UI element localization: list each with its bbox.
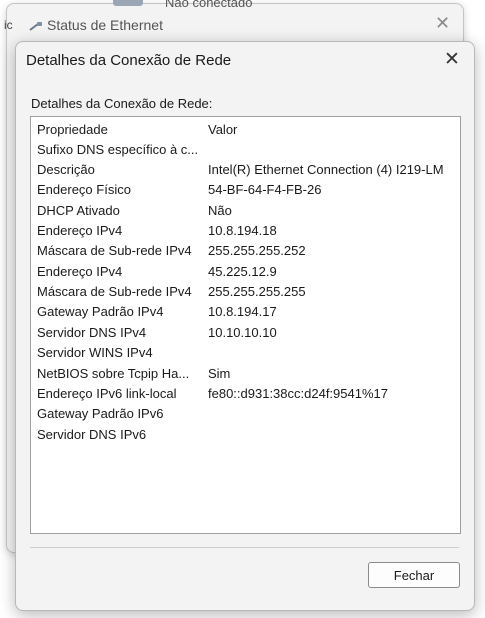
close-button[interactable]: Fechar [368,562,460,588]
column-header-value[interactable]: Valor [208,120,458,140]
network-cable-icon [29,22,42,31]
row-property: Servidor DNS IPv6 [37,427,147,442]
row-value: 255.255.255.255 [208,284,306,299]
list-row[interactable]: Endereço IPv6 link-local fe80::d931:38cc… [31,384,460,404]
row-property: Endereço IPv4 [37,223,123,238]
list-row[interactable]: Máscara de Sub-rede IPv4 255.255.255.252 [31,241,460,261]
row-property: DHCP Ativado [37,203,120,218]
details-list-view[interactable]: Propriedade Valor Sufixo DNS específico … [30,116,461,534]
row-property: Endereço Físico [37,182,131,197]
row-property: Descrição [37,162,95,177]
row-property: Servidor DNS IPv4 [37,325,147,340]
row-value: Intel(R) Ethernet Connection (4) I219-LM [208,162,444,177]
footer-divider [30,547,459,548]
row-property: NetBIOS sobre Tcpip Ha... [37,366,190,381]
list-row[interactable]: Gateway Padrão IPv4 10.8.194.17 [31,302,460,322]
list-row[interactable]: Servidor WINS IPv4 [31,343,460,363]
list-row[interactable]: Máscara de Sub-rede IPv4 255.255.255.255 [31,282,460,302]
row-property: Endereço IPv4 [37,264,123,279]
row-value: Sim [208,366,231,381]
row-property: Máscara de Sub-rede IPv4 [37,284,192,299]
row-property: Servidor WINS IPv4 [37,345,153,360]
row-value: Não [208,203,232,218]
window-title: Status de Ethernet [47,17,163,33]
network-connection-details-dialog: Detalhes da Conexão de Rede ✕ Detalhes d… [15,41,475,611]
network-adapter-icon [113,0,143,6]
list-row[interactable]: Endereço IPv4 45.225.12.9 [31,262,460,282]
row-value: 10.8.194.17 [208,304,277,319]
row-value: 255.255.255.252 [208,243,306,258]
list-row[interactable]: DHCP Ativado Não [31,201,460,221]
list-row[interactable]: Endereço Físico 54-BF-64-F4-FB-26 [31,180,460,200]
row-property: Sufixo DNS específico à c... [37,142,199,157]
close-icon[interactable]: ✕ [444,50,460,69]
list-row[interactable]: Descrição Intel(R) Ethernet Connection (… [31,160,460,180]
row-property: Gateway Padrão IPv6 [37,406,164,421]
details-group-label: Detalhes da Conexão de Rede: [31,96,213,111]
close-icon[interactable]: ✕ [435,14,450,32]
list-row[interactable]: Endereço IPv4 10.8.194.18 [31,221,460,241]
list-row[interactable]: Servidor DNS IPv6 [31,425,460,445]
row-value: 45.225.12.9 [208,264,277,279]
row-property: Máscara de Sub-rede IPv4 [37,243,192,258]
row-value: 54-BF-64-F4-FB-26 [208,182,322,197]
list-row[interactable]: Servidor DNS IPv4 10.10.10.10 [31,323,460,343]
list-header: Propriedade Valor [31,120,460,140]
column-header-property[interactable]: Propriedade [37,120,205,140]
row-property: Gateway Padrão IPv4 [37,304,164,319]
dialog-title: Detalhes da Conexão de Rede [26,52,232,69]
row-value: 10.8.194.18 [208,223,277,238]
row-value: 10.10.10.10 [208,325,277,340]
list-row[interactable]: NetBIOS sobre Tcpip Ha... Sim [31,364,460,384]
list-row[interactable]: Gateway Padrão IPv6 [31,404,460,424]
list-row[interactable]: Sufixo DNS específico à c... [31,140,460,160]
row-property: Endereço IPv6 link-local [37,386,177,401]
connection-status-text: Não conectado [165,0,253,10]
row-value: fe80::d931:38cc:d24f:9541%17 [208,386,388,401]
offscreen-window-fragment-text: ic [4,18,13,32]
